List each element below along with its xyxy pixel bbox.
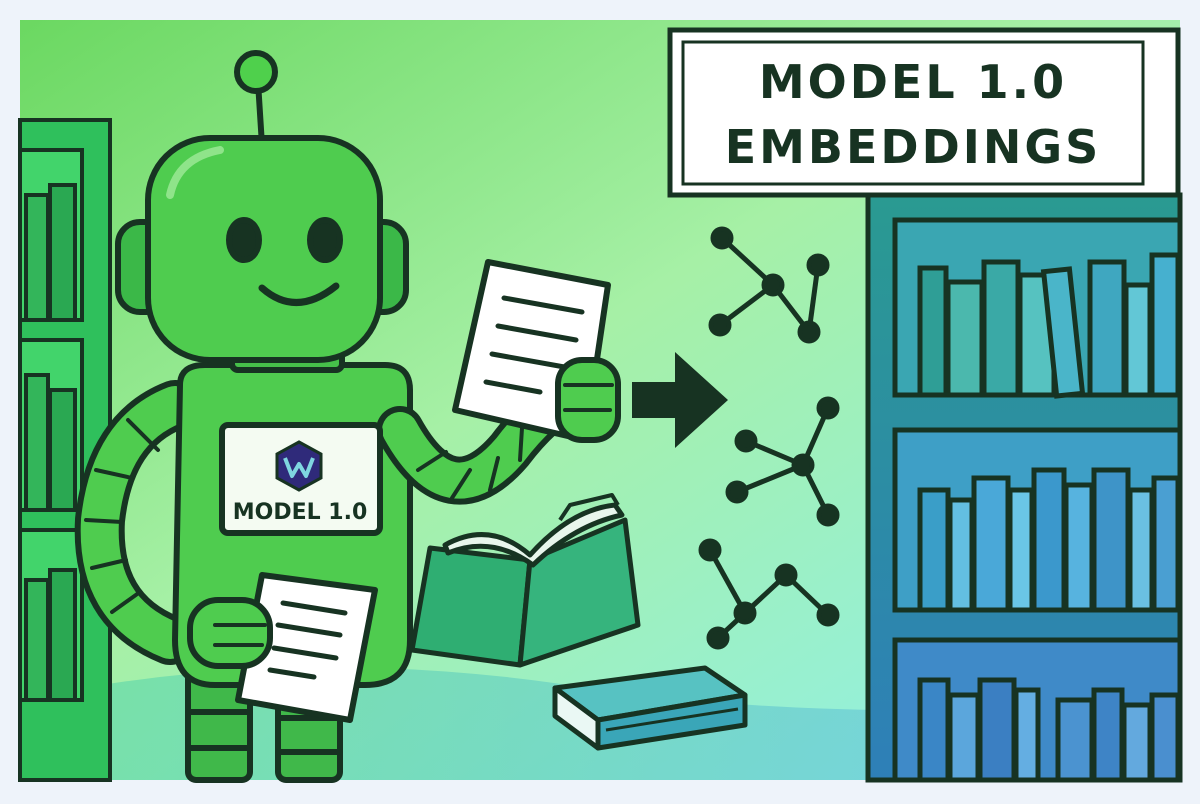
illustration-frame: MODEL 1.0 EMBEDDINGS MODEL 1.0 bbox=[0, 0, 1200, 800]
model-logo-icon bbox=[275, 440, 323, 492]
embeddings-sign: MODEL 1.0 EMBEDDINGS bbox=[667, 27, 1181, 198]
right-bookshelf bbox=[865, 192, 1183, 783]
robot-badge-label: MODEL 1.0 bbox=[233, 500, 368, 525]
sign-title-line1: MODEL 1.0 bbox=[759, 55, 1067, 109]
embedding-illustration: MODEL 1.0 EMBEDDINGS MODEL 1.0 bbox=[18, 20, 1183, 783]
sign-title-line2: EMBEDDINGS bbox=[725, 120, 1102, 174]
